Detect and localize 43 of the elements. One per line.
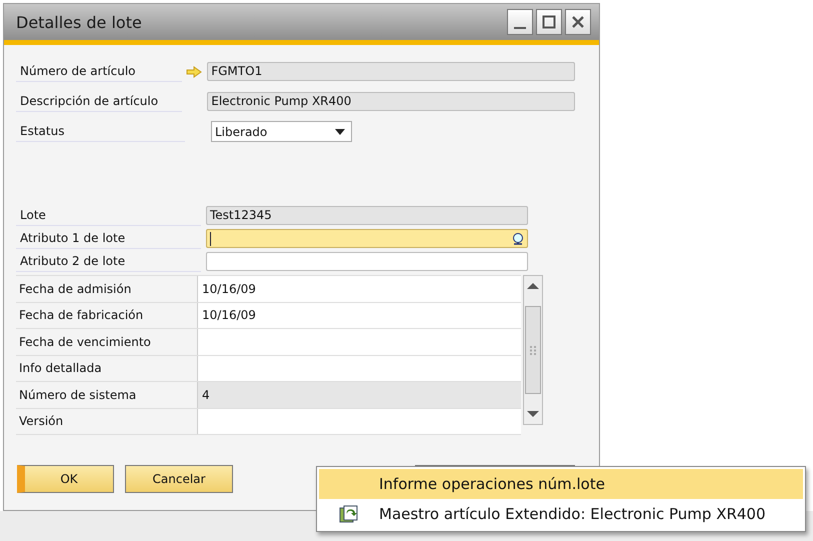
- text-field[interactable]: [206, 252, 528, 271]
- maximize-icon: [542, 15, 556, 29]
- grid-value-cell[interactable]: [197, 329, 521, 354]
- globe-icon[interactable]: [512, 232, 524, 246]
- field-label: Atributo 1 de lote: [16, 228, 201, 249]
- scroll-up-icon[interactable]: [527, 282, 539, 290]
- dialog-button[interactable]: OK: [17, 465, 114, 493]
- field-label: Atributo 2 de lote: [16, 251, 201, 272]
- close-icon: [571, 15, 585, 29]
- field-label: Lote: [16, 205, 201, 226]
- scroll-thumb[interactable]: [525, 306, 541, 394]
- grid-label: Fecha de vencimiento: [18, 334, 152, 351]
- grid-label: Número de sistema: [18, 386, 138, 404]
- menu-item[interactable]: Maestro artículo Extendido: Electronic Pump XR400: [319, 499, 803, 529]
- text-field[interactable]: FGMTO1: [207, 62, 575, 81]
- status-dropdown[interactable]: Liberado: [211, 121, 352, 142]
- scroll-down-icon[interactable]: [527, 410, 539, 418]
- grid-label: Fecha de admisión: [18, 280, 132, 298]
- document-link-icon: [339, 505, 359, 523]
- grid-value-cell[interactable]: 10/16/09: [197, 302, 521, 328]
- window-title: Detalles de lote: [16, 12, 143, 32]
- text-cursor: [210, 232, 211, 246]
- text-field[interactable]: [206, 229, 528, 248]
- grid-label: Versión: [18, 413, 64, 430]
- minimize-icon: [514, 27, 526, 29]
- field-label: Número de artículo: [16, 61, 182, 82]
- grid-label: Fecha de fabricación: [18, 307, 144, 324]
- minimize-button[interactable]: [507, 9, 533, 35]
- field-label: Estatus: [16, 121, 185, 142]
- grid-value-cell[interactable]: [197, 356, 521, 381]
- text-field[interactable]: Electronic Pump XR400: [207, 92, 575, 111]
- scrollbar[interactable]: [523, 275, 543, 425]
- grid-value-cell[interactable]: 4: [197, 382, 521, 408]
- close-button[interactable]: [565, 9, 591, 35]
- grid-value-cell[interactable]: [197, 408, 521, 434]
- maximize-button[interactable]: [536, 9, 562, 35]
- field-label: Descripción de artículo: [16, 91, 182, 112]
- dialog-button[interactable]: Cancelar: [125, 465, 233, 493]
- dropdown-caret-icon: [335, 128, 345, 134]
- text-field[interactable]: Test12345: [206, 206, 528, 225]
- menu-item[interactable]: Informe operaciones núm.lote: [319, 469, 803, 499]
- grid-label: Info detallada: [18, 360, 103, 378]
- grid-value-cell[interactable]: 10/16/09: [197, 276, 521, 302]
